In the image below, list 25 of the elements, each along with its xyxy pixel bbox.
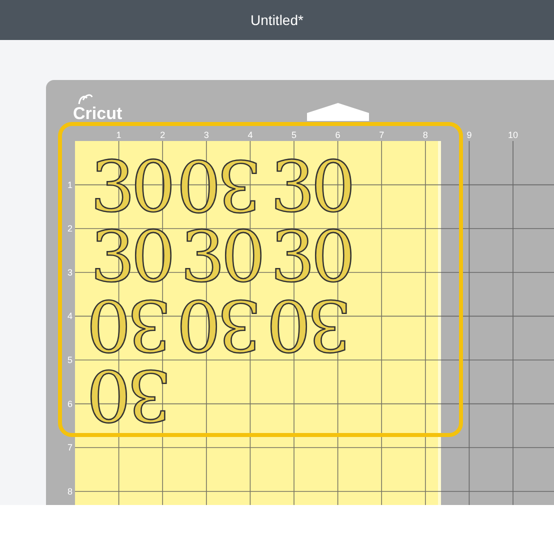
window-title: Untitled* xyxy=(250,10,304,30)
ruler-label: 7 xyxy=(68,442,72,453)
ruler-label: 6 xyxy=(335,130,340,140)
ruler-label: 4 xyxy=(248,130,253,140)
mat-arrow-icon xyxy=(307,103,369,121)
ruler-label: 1 xyxy=(116,130,122,140)
ruler-label: 9 xyxy=(466,130,472,140)
ruler-label: 10 xyxy=(508,130,518,140)
ruler-label: 2 xyxy=(68,224,72,234)
cut-shape[interactable]: 30 xyxy=(180,144,262,226)
ruler-label: 6 xyxy=(68,398,72,409)
ruler-label: 3 xyxy=(204,130,209,140)
ruler-label: 3 xyxy=(68,267,72,278)
ruler-label: 1 xyxy=(68,180,72,190)
ruler-label: 7 xyxy=(379,130,384,140)
logo: Cricut xyxy=(73,104,122,123)
cut-shape[interactable]: 30 xyxy=(180,284,262,366)
ruler-label: 8 xyxy=(68,486,72,496)
antenna-icon xyxy=(78,94,93,105)
ruler-label: 2 xyxy=(160,130,166,140)
ruler-label: 8 xyxy=(422,130,428,140)
ruler-label: 5 xyxy=(68,355,72,365)
ruler-label: 5 xyxy=(292,130,296,140)
ruler-label: 4 xyxy=(68,311,72,322)
cut-shape[interactable]: 30 xyxy=(270,284,352,366)
